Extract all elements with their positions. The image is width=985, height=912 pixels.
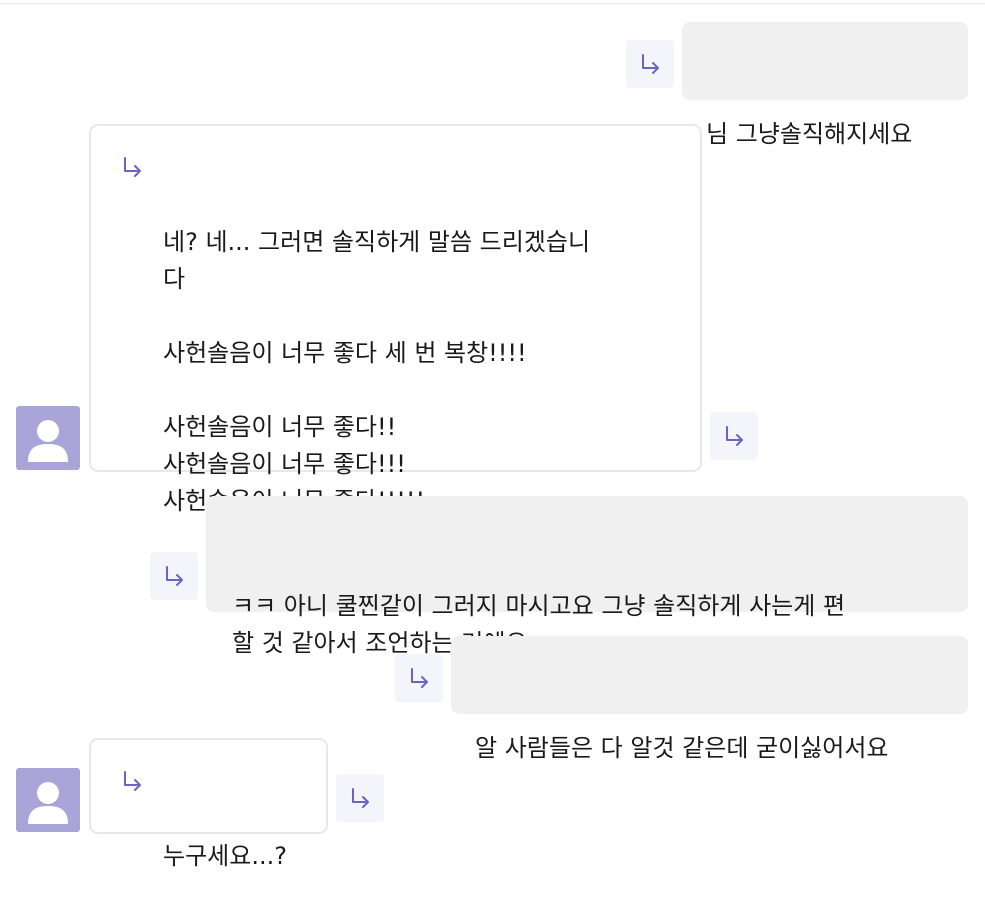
reply-button[interactable] <box>395 654 443 702</box>
message-bubble-sent: ㅋㅋ 아니 쿨찐같이 그러지 마시고요 그냥 솔직하게 사는게 편 할 것 같아… <box>206 496 968 657</box>
avatar[interactable] <box>16 406 80 470</box>
reply-arrow-icon <box>642 54 659 74</box>
reply-arrow-icon <box>411 668 428 688</box>
message-text: 님 그냥솔직해지세요 <box>706 120 913 148</box>
reply-arrow-icon <box>166 566 183 586</box>
message-text: 누구세요...? <box>163 842 287 870</box>
message-bubble-sent: 알 사람들은 다 알것 같은데 굳이싫어서요 <box>451 636 968 762</box>
person-icon <box>28 782 68 824</box>
reply-button[interactable] <box>710 412 758 460</box>
message-bubble-sent: 님 그냥솔직해지세요 <box>682 22 968 148</box>
message-bubble-received: 네? 네... 그러면 솔직하게 말씀 드리겠습니 다 사헌솔음이 너무 좋다 … <box>89 124 702 515</box>
reply-arrow-icon <box>726 426 743 446</box>
person-icon <box>28 420 68 462</box>
reply-arrow-icon <box>124 771 141 791</box>
reply-button[interactable] <box>336 774 384 822</box>
reply-button[interactable] <box>150 552 198 600</box>
reply-indicator <box>118 767 146 795</box>
message-text: 알 사람들은 다 알것 같은데 굳이싫어서요 <box>475 734 889 762</box>
reply-indicator <box>118 153 146 181</box>
reply-arrow-icon <box>124 157 141 177</box>
message-text: 네? 네... 그러면 솔직하게 말씀 드리겠습니 다 사헌솔음이 너무 좋다 … <box>163 228 591 515</box>
reply-button[interactable] <box>626 40 674 88</box>
top-divider <box>0 3 985 4</box>
avatar[interactable] <box>16 768 80 832</box>
reply-arrow-icon <box>352 788 369 808</box>
